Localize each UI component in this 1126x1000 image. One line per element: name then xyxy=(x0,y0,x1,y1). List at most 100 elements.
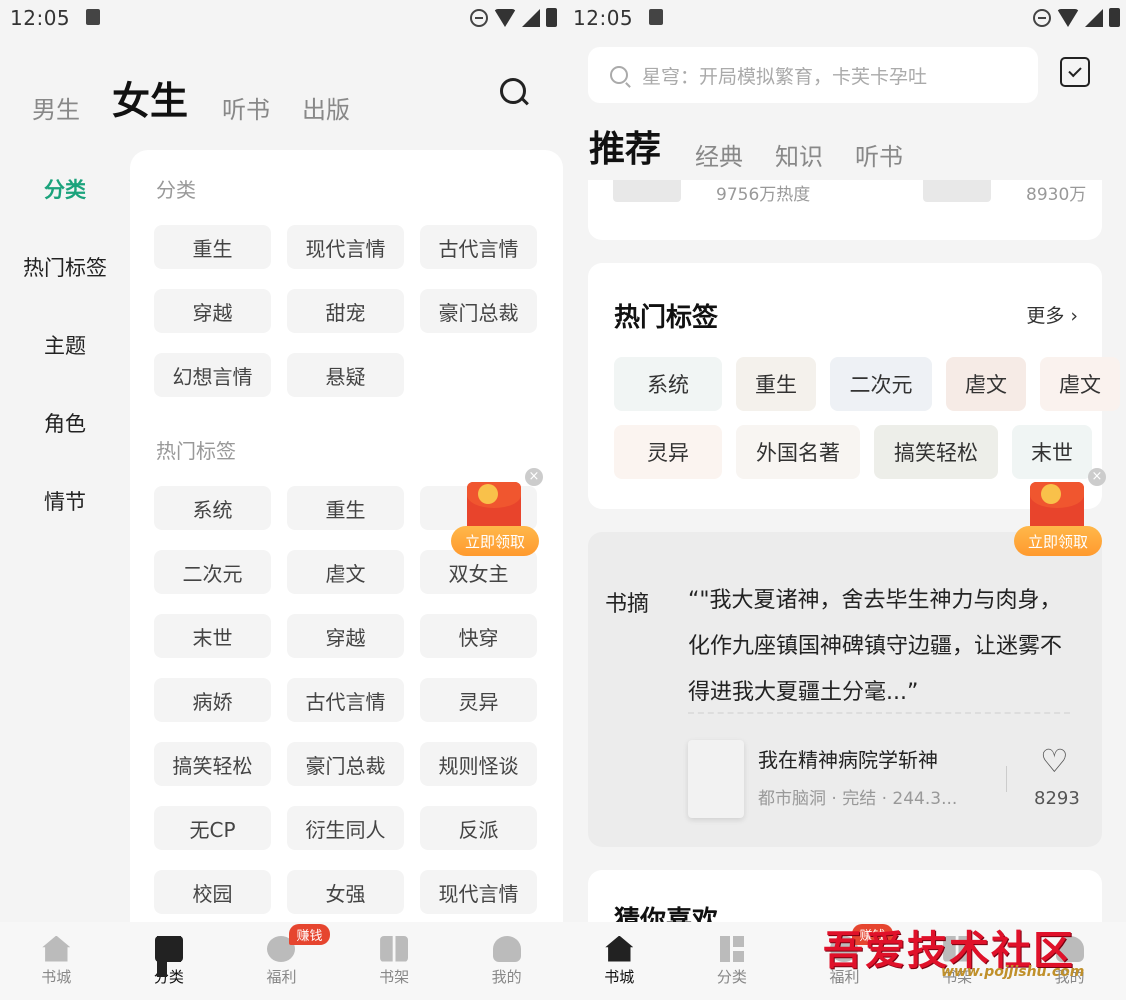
dnd-icon xyxy=(1033,8,1051,27)
tab-mine[interactable]: 我的 xyxy=(450,922,563,1000)
tab-publish[interactable]: 出版 xyxy=(302,90,350,125)
tag-chip[interactable]: 外国名著 xyxy=(736,425,860,479)
tag-chip[interactable]: 灵异 xyxy=(614,425,722,479)
tag-chip[interactable]: 无CP xyxy=(154,806,271,850)
heart-icon[interactable] xyxy=(1040,748,1068,774)
book-title[interactable]: 我在精神病院学斩神 xyxy=(758,744,938,773)
check-in-calendar-icon[interactable] xyxy=(1060,57,1090,87)
status-time: 12:05 xyxy=(10,6,71,30)
section-title-hot-tags: 热门标签 xyxy=(156,439,236,463)
book-cover[interactable] xyxy=(923,180,991,202)
tab-audio[interactable]: 听书 xyxy=(222,90,270,125)
tag-chip[interactable]: 虐文 xyxy=(287,550,404,594)
tag-chip[interactable]: 古代言情 xyxy=(420,225,537,269)
tag-chip[interactable]: 系统 xyxy=(154,486,271,530)
tag-chip[interactable]: 衍生同人 xyxy=(287,806,404,850)
search-icon[interactable] xyxy=(500,78,530,108)
signal-icon xyxy=(522,8,540,27)
tag-chip[interactable]: 二次元 xyxy=(830,357,932,411)
status-bar: 12:05 xyxy=(0,0,563,38)
tag-chip[interactable]: 重生 xyxy=(154,225,271,269)
gender-tabs: 男生 女生 听书 出版 xyxy=(32,70,382,125)
tag-chip[interactable]: 悬疑 xyxy=(287,353,404,397)
tab-bookstore[interactable]: 书城 xyxy=(0,922,113,1000)
hot-tags-title: 热门标签 xyxy=(614,303,719,333)
excerpt-label: 书摘 xyxy=(605,592,650,617)
bookshelf-icon xyxy=(380,935,409,962)
excerpt-quote[interactable]: “"我大夏诸神，舍去毕生神力与肉身，化作九座镇国神碑镇守边疆，让迷雾不得进我大夏… xyxy=(688,578,1078,716)
tag-chip[interactable]: 重生 xyxy=(736,357,816,411)
wifi-icon xyxy=(494,8,516,27)
heat-count: 8930万 xyxy=(1026,185,1087,205)
notification-a-icon xyxy=(649,9,663,25)
book-meta: 都市脑洞 · 完结 · 244.3... xyxy=(758,789,958,809)
tag-chip[interactable]: 病娇 xyxy=(154,678,271,722)
watermark-url: www.pojjishu.com xyxy=(941,964,1085,980)
tag-chip[interactable]: 重生 xyxy=(287,486,404,530)
tag-chip[interactable]: 末世 xyxy=(154,614,271,658)
tag-chip[interactable]: 现代言情 xyxy=(287,225,404,269)
tab-category[interactable]: 分类 xyxy=(113,922,226,1000)
tag-chip[interactable]: 虐文 xyxy=(1040,357,1120,411)
claim-now-button[interactable]: 立即领取 xyxy=(451,526,539,556)
book-cover[interactable] xyxy=(613,180,681,202)
tag-chip[interactable]: 系统 xyxy=(614,357,722,411)
tab-label: 书架 xyxy=(379,967,410,986)
tag-chip[interactable]: 古代言情 xyxy=(287,678,404,722)
tag-chip[interactable]: 快穿 xyxy=(420,614,537,658)
tag-chip[interactable]: 搞笑轻松 xyxy=(874,425,998,479)
tag-chip[interactable]: 甜宠 xyxy=(287,289,404,333)
tab-bookshelf[interactable]: 书架 xyxy=(338,922,451,1000)
red-packet-float[interactable]: 立即领取 × xyxy=(1014,468,1106,578)
home-icon xyxy=(42,935,71,962)
tag-chip[interactable]: 幻想言情 xyxy=(154,353,271,397)
search-placeholder: 星穹：开局模拟繁育，卡芙卡孕吐 xyxy=(642,65,928,88)
tab-welfare[interactable]: 福利 赚钱 xyxy=(225,922,338,1000)
claim-now-button[interactable]: 立即领取 xyxy=(1014,526,1102,556)
more-link[interactable]: 更多 › xyxy=(1026,301,1078,328)
excerpt-book[interactable]: 我在精神病院学斩神 都市脑洞 · 完结 · 244.3... 8293 xyxy=(688,740,1088,820)
search-input[interactable]: 星穹：开局模拟繁育，卡芙卡孕吐 xyxy=(588,47,1038,103)
tab-knowledge[interactable]: 知识 xyxy=(775,137,823,172)
tag-chip[interactable]: 现代言情 xyxy=(420,870,537,914)
tag-chip[interactable]: 豪门总裁 xyxy=(287,742,404,786)
tag-chip[interactable]: 豪门总裁 xyxy=(420,289,537,333)
user-icon xyxy=(492,935,521,962)
rank-card: 9756万热度 8930万 xyxy=(588,180,1102,240)
close-icon[interactable]: × xyxy=(1088,468,1106,486)
tag-chip[interactable]: 穿越 xyxy=(154,289,271,333)
tab-male[interactable]: 男生 xyxy=(32,90,80,125)
tab-female[interactable]: 女生 xyxy=(112,70,188,125)
tab-bookstore[interactable]: 书城 xyxy=(563,922,676,1000)
close-icon[interactable]: × xyxy=(525,468,543,486)
tag-chip[interactable]: 反派 xyxy=(420,806,537,850)
battery-icon xyxy=(1109,8,1120,27)
signal-icon xyxy=(1085,8,1103,27)
tab-audio[interactable]: 听书 xyxy=(855,137,903,172)
category-screen: 12:05 男生 女生 听书 出版 分类 热门标签 主题 角色 情节 分类 重生… xyxy=(0,0,563,1000)
category-sidebar: 分类 热门标签 主题 角色 情节 xyxy=(0,150,130,540)
tag-chip[interactable]: 灵异 xyxy=(420,678,537,722)
red-packet-float[interactable]: 立即领取 × xyxy=(451,468,543,578)
tag-chip[interactable]: 校园 xyxy=(154,870,271,914)
heat-count: 9756万热度 xyxy=(716,185,811,205)
sidebar-item-theme[interactable]: 主题 xyxy=(0,306,130,384)
tab-category[interactable]: 分类 xyxy=(676,922,789,1000)
tag-chip[interactable]: 女强 xyxy=(287,870,404,914)
book-cover[interactable] xyxy=(688,740,744,818)
tag-chip[interactable]: 规则怪谈 xyxy=(420,742,537,786)
tab-classic[interactable]: 经典 xyxy=(695,137,743,172)
tag-chip[interactable]: 搞笑轻松 xyxy=(154,742,271,786)
tab-label: 我的 xyxy=(491,967,522,986)
sidebar-item-hot-tags[interactable]: 热门标签 xyxy=(0,228,130,306)
status-bar: 12:05 xyxy=(563,0,1126,38)
sidebar-item-plot[interactable]: 情节 xyxy=(0,462,130,540)
tag-chip[interactable]: 二次元 xyxy=(154,550,271,594)
tag-chip[interactable]: 穿越 xyxy=(287,614,404,658)
channel-tabs: 推荐 经典 知识 听书 xyxy=(589,120,935,172)
tag-chip[interactable]: 虐文 xyxy=(946,357,1026,411)
tab-recommend[interactable]: 推荐 xyxy=(589,120,661,172)
sidebar-item-role[interactable]: 角色 xyxy=(0,384,130,462)
notification-a-icon xyxy=(86,9,100,25)
sidebar-item-category[interactable]: 分类 xyxy=(0,150,130,228)
